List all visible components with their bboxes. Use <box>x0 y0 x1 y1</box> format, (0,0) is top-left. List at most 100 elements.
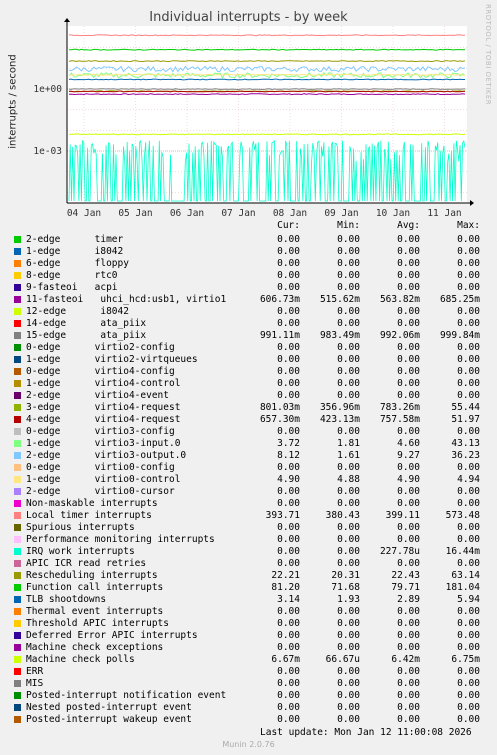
legend-series-name: 14-edge ata_piix <box>26 318 147 329</box>
x-axis-arrow <box>470 200 474 206</box>
legend-series-name: 6-edge floppy <box>26 258 129 269</box>
legend-swatch <box>14 260 21 267</box>
legend-row: Local timer interrupts 393.71 380.43 399.11… <box>0 510 497 522</box>
legend-row: Machine check exceptions 0.00 0.00 0.00 0.00 <box>0 642 497 654</box>
legend-series-name: 1-edge virtio2-virtqueues <box>26 354 198 365</box>
legend-value-max: 0.00 <box>457 282 480 293</box>
legend-row: 14-edge ata_piix 0.00 0.00 0.00 0.00 <box>0 318 497 330</box>
legend-value-max: 0.00 <box>457 534 480 545</box>
legend-value-max: 573.48 <box>445 510 480 521</box>
legend-row: Performance monitoring interrupts 0.00 0.0… <box>0 534 497 546</box>
legend-row: Deferred Error APIC interrupts 0.00 0.00 0.… <box>0 630 497 642</box>
legend-row: Posted-interrupt notification event 0.00 0… <box>0 690 497 702</box>
legend-row: Posted-interrupt wakeup event 0.00 0.00 0.0… <box>0 714 497 726</box>
legend-series-name: Machine check polls <box>26 654 135 665</box>
legend-series-name: Spurious interrupts <box>26 522 135 533</box>
legend-row: MIS 0.00 0.00 0.00 0.00 <box>0 678 497 690</box>
munin-version: Munin 2.0.76 <box>222 740 275 749</box>
legend-swatch <box>14 536 21 543</box>
legend-value-max: 0.00 <box>457 342 480 353</box>
legend-value-max: 0.00 <box>457 606 480 617</box>
legend-value-max: 0.00 <box>457 642 480 653</box>
legend-row: Function call interrupts 81.20 71.68 79.71 1… <box>0 582 497 594</box>
legend-row: IRQ work interrupts 0.00 0.00 227.78u 16.44m <box>0 546 497 558</box>
plot-area: 1e+00 1e-03 04 Jan 05 Jan 06 Jan 07 Jan 08 Jan… <box>33 18 474 219</box>
legend-series-name: APIC ICR read retries <box>26 558 147 569</box>
legend-row: 2-edge virtio0-cursor 0.00 0.00 0.00 0.00 <box>0 486 497 498</box>
legend-value-max: 0.00 <box>457 678 480 689</box>
legend-series-name: 4-edge virtio4-request <box>26 414 181 425</box>
legend-swatch <box>14 668 21 675</box>
legend-value-max: 51.97 <box>451 414 480 425</box>
legend-swatch <box>14 296 21 303</box>
legend-value-max: 181.04 <box>445 582 480 593</box>
legend-swatch <box>14 716 21 723</box>
legend-row: Nested posted-interrupt event 0.00 0.00 0.0… <box>0 702 497 714</box>
legend-series-name: Function call interrupts <box>26 582 164 593</box>
legend-swatch <box>14 356 21 363</box>
legend-swatch <box>14 656 21 663</box>
legend-value-max: 0.00 <box>457 354 480 365</box>
legend-value-max: 43.13 <box>451 438 480 449</box>
legend-series-name: Posted-interrupt notification event <box>26 690 227 701</box>
legend-series-name: 0-edge virtio0-config <box>26 462 175 473</box>
x-tick-label: 06 Jan <box>170 208 204 219</box>
legend-swatch <box>14 380 21 387</box>
legend-swatch <box>14 644 21 651</box>
legend-swatch <box>14 392 21 399</box>
legend-series-name: 1-edge virtio3-input.0 <box>26 438 181 449</box>
legend-series-name: Rescheduling interrupts <box>26 570 158 581</box>
legend-row: APIC ICR read retries 0.00 0.00 0.00 0.00 <box>0 558 497 570</box>
plot-background <box>67 26 467 203</box>
legend-series-name: Machine check exceptions <box>26 642 164 653</box>
legend-series-name: 8-edge rtc0 <box>26 270 118 281</box>
legend-row: Spurious interrupts 0.00 0.00 0.00 0.00 <box>0 522 497 534</box>
legend-series-name: ERR <box>26 666 44 677</box>
legend-row: TLB shootdowns 3.14 1.93 2.89 5.94 <box>0 594 497 606</box>
legend-row: Rescheduling interrupts 22.21 20.31 22.43 63… <box>0 570 497 582</box>
legend-value-max: 0.00 <box>457 702 480 713</box>
legend-row: 1-edge virtio4-control 0.00 0.00 0.00 0.00 <box>0 378 497 390</box>
legend-swatch <box>14 320 21 327</box>
legend-series-name: 2-edge virtio0-cursor <box>26 486 175 497</box>
legend-swatch <box>14 584 21 591</box>
legend-swatch <box>14 704 21 711</box>
legend-row: 2-edge virtio3-output.0 8.12 1.61 9.27 36.23 <box>0 450 497 462</box>
legend-swatch <box>14 680 21 687</box>
legend-value-max: 0.00 <box>457 666 480 677</box>
legend-row: 2-edge virtio4-event 0.00 0.00 0.00 0.00 <box>0 390 497 402</box>
legend-swatch <box>14 332 21 339</box>
legend-row: Thermal event interrupts 0.00 0.00 0.00 0.00 <box>0 606 497 618</box>
legend-series-name: 2-edge virtio4-event <box>26 390 169 401</box>
legend-value-max: 6.75m <box>451 654 480 665</box>
legend-swatch <box>14 632 21 639</box>
legend-value-max: 4.94 <box>457 474 480 485</box>
legend-series-name: Thermal event interrupts <box>26 606 164 617</box>
y-axis-arrow <box>64 18 70 22</box>
legend-value-max: 999.84m <box>439 330 480 341</box>
legend-value-max: 63.14 <box>451 570 480 581</box>
legend-value-max: 0.00 <box>457 390 480 401</box>
legend-row: 2-edge timer 0.00 0.00 0.00 0.00 <box>0 234 497 246</box>
legend-value-max: 36.23 <box>451 450 480 461</box>
legend-swatch <box>14 272 21 279</box>
legend-value-max: 0.00 <box>457 498 480 509</box>
legend-swatch <box>14 620 21 627</box>
legend-row: 0-edge virtio4-config 0.00 0.00 0.00 0.00 <box>0 366 497 378</box>
legend-value-max: 0.00 <box>457 426 480 437</box>
legend-swatch <box>14 248 21 255</box>
legend-swatch <box>14 308 21 315</box>
series-line-35 <box>68 133 466 136</box>
legend-value-max: 0.00 <box>457 690 480 701</box>
legend-header: Cur: Min: Avg: Max: <box>0 220 497 232</box>
legend-series-name: Threshold APIC interrupts <box>26 618 169 629</box>
legend-series-name: 1-edge virtio4-control <box>26 378 181 389</box>
legend-swatch <box>14 236 21 243</box>
legend-swatch <box>14 560 21 567</box>
x-tick-label: 07 Jan <box>221 208 255 219</box>
legend-row: 15-edge ata_piix 991.11m 983.49m 992.06m 999… <box>0 330 497 342</box>
last-update: Last update: Mon Jan 12 11:00:08 2026 <box>260 727 472 738</box>
legend-value-max: 0.00 <box>457 618 480 629</box>
legend-series-name: MIS <box>26 678 44 689</box>
legend-value-max: 0.00 <box>457 522 480 533</box>
